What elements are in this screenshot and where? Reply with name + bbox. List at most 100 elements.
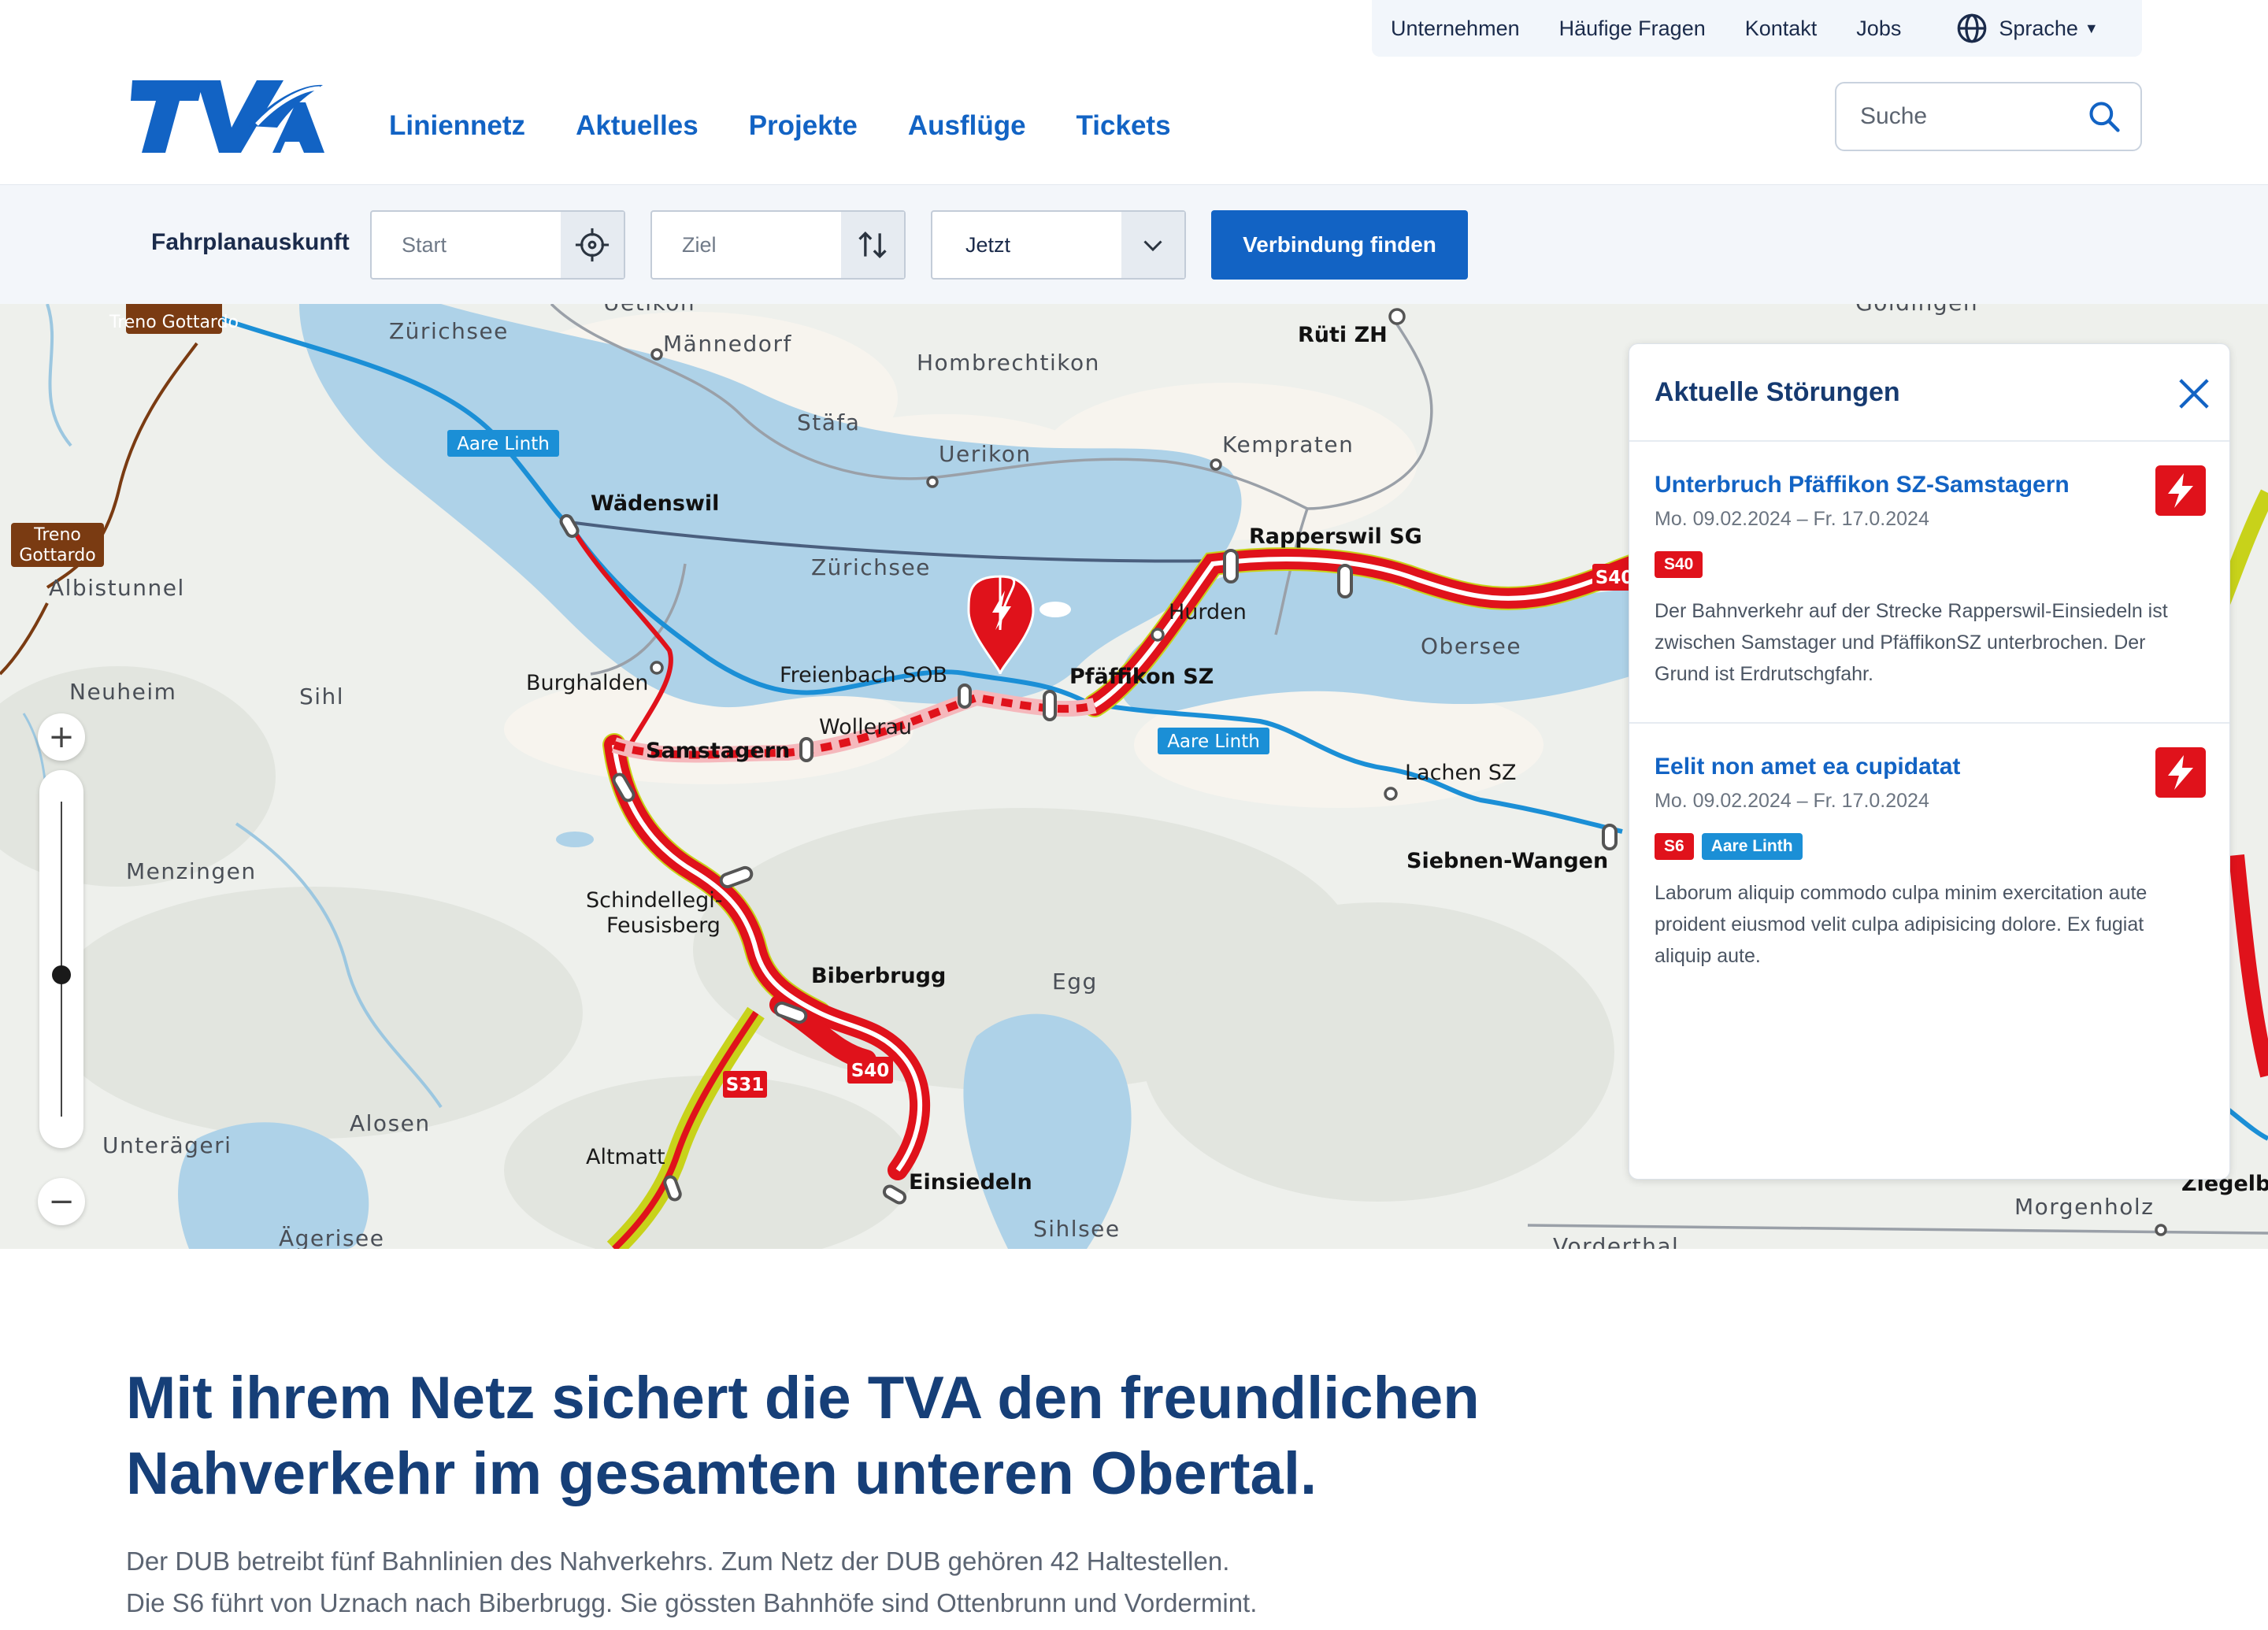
place-stafa: Stäfa bbox=[797, 409, 860, 435]
lead-line-1: Der DUB betreibt fünf Bahnlinien des Nah… bbox=[126, 1547, 1230, 1576]
place-alosen: Alosen bbox=[350, 1110, 431, 1136]
swap-button[interactable] bbox=[841, 212, 904, 278]
disruption-item[interactable]: Unterbruch Pfäffikon SZ-Samstagern Mo. 0… bbox=[1629, 442, 2229, 722]
place-goldingen: Goldingen bbox=[1855, 304, 1978, 316]
place-zurichsee-top: Zürichsee bbox=[389, 318, 509, 344]
line-badge: S40 bbox=[1655, 551, 1703, 578]
station-wollerau: Wollerau bbox=[819, 715, 912, 739]
crosshair-icon bbox=[575, 228, 610, 262]
place-vorderthal: Vorderthal bbox=[1553, 1233, 1679, 1249]
timetable-label: Fahrplanauskunft bbox=[151, 229, 350, 255]
search-box bbox=[1835, 82, 2142, 151]
station-siebnen: Siebnen-Wangen bbox=[1406, 849, 1608, 873]
disruption-item[interactable]: Eelit non amet ea cupidatat Mo. 09.02.20… bbox=[1629, 722, 2229, 1029]
station-feusisberg: Feusisberg bbox=[606, 913, 721, 938]
line-label-aare-linth-1: Aare Linth bbox=[457, 434, 550, 454]
timetable-bar: Fahrplanauskunft Jetzt bbox=[0, 184, 2268, 304]
main-nav: Liniennetz Aktuelles Projekte Ausflüge T… bbox=[389, 110, 1221, 142]
nav-ausfluege[interactable]: Ausflüge bbox=[908, 110, 1026, 142]
util-link-jobs[interactable]: Jobs bbox=[1856, 17, 1901, 41]
zoom-slider-thumb[interactable] bbox=[52, 965, 71, 984]
place-sihl: Sihl bbox=[299, 683, 344, 709]
station-biberbrugg: Biberbrugg bbox=[811, 964, 946, 988]
util-link-faq[interactable]: Häufige Fragen bbox=[1559, 17, 1706, 41]
station-samstagern: Samstagern bbox=[646, 739, 790, 763]
station-lachen: Lachen SZ bbox=[1405, 761, 1517, 785]
network-map[interactable]: Uetikon Zürichsee Männedorf Hombrechtiko… bbox=[0, 304, 2268, 1249]
place-sihlsee: Sihlsee bbox=[1033, 1216, 1121, 1242]
station-ruti: Rüti ZH bbox=[1298, 323, 1388, 347]
place-uetikon: Uetikon bbox=[603, 304, 695, 316]
line-label-aare-linth-2: Aare Linth bbox=[1167, 732, 1260, 752]
caret-down-icon: ▼ bbox=[2084, 20, 2099, 36]
locate-button[interactable] bbox=[561, 212, 624, 278]
util-link-kontakt[interactable]: Kontakt bbox=[1745, 17, 1818, 41]
start-field bbox=[370, 210, 625, 280]
page-lead: Der DUB betreibt fünf Bahnlinien des Nah… bbox=[126, 1540, 1622, 1624]
zoom-slider[interactable] bbox=[39, 770, 83, 1148]
place-hombrechtikon: Hombrechtikon bbox=[917, 350, 1100, 376]
disruptions-title: Aktuelle Störungen bbox=[1655, 376, 1900, 407]
time-select[interactable]: Jetzt bbox=[931, 210, 1186, 280]
disruption-badges: S40 bbox=[1655, 551, 2204, 578]
station-rapperswil: Rapperswil SG bbox=[1249, 524, 1422, 549]
chevron-down-icon bbox=[1143, 240, 1162, 252]
close-icon[interactable] bbox=[2176, 376, 2212, 412]
utility-bar: Unternehmen Häufige Fragen Kontakt Jobs … bbox=[1372, 0, 2142, 57]
station-burghalden: Burghalden bbox=[526, 671, 648, 695]
zoom-in-button[interactable]: + bbox=[38, 713, 85, 761]
place-mannedorf: Männedorf bbox=[663, 331, 792, 357]
zoom-slider-track bbox=[61, 802, 62, 1117]
place-egg: Egg bbox=[1052, 969, 1098, 995]
search-icon[interactable] bbox=[2087, 99, 2122, 134]
station-freienbach: Freienbach SOB bbox=[780, 663, 947, 687]
disruption-title[interactable]: Unterbruch Pfäffikon SZ-Samstagern bbox=[1655, 472, 2204, 498]
time-select-value: Jetzt bbox=[965, 232, 1011, 257]
station-einsiedeln: Einsiedeln bbox=[909, 1170, 1032, 1195]
svg-text:Treno: Treno bbox=[33, 525, 81, 545]
disruption-title[interactable]: Eelit non amet ea cupidatat bbox=[1655, 754, 2204, 780]
place-zurichsee-mid: Zürichsee bbox=[811, 554, 931, 580]
search-input[interactable] bbox=[1860, 103, 2065, 130]
line-label-s40-bottom: S40 bbox=[851, 1061, 890, 1081]
place-menzingen: Menzingen bbox=[126, 858, 257, 884]
time-dropdown-button[interactable] bbox=[1121, 212, 1184, 278]
disruption-text: Laborum aliquip commodo culpa minim exer… bbox=[1655, 882, 2148, 967]
station-schindellegi: Schindellegi- bbox=[586, 888, 722, 913]
place-ageri: Ägerisee bbox=[279, 1225, 385, 1249]
nav-liniennetz[interactable]: Liniennetz bbox=[389, 110, 525, 142]
place-unterageri: Unterägeri bbox=[102, 1132, 232, 1158]
disruptions-panel: Aktuelle Störungen Unterbruch Pfäffikon … bbox=[1629, 343, 2230, 1180]
place-uerikon: Uerikon bbox=[939, 441, 1032, 467]
ziel-field bbox=[650, 210, 906, 280]
language-label: Sprache bbox=[1999, 16, 2078, 40]
line-badge: Aare Linth bbox=[1701, 833, 1803, 860]
line-badge: S6 bbox=[1655, 833, 1694, 860]
line-label-s40-top: S40 bbox=[1595, 568, 1634, 588]
disruption-date: Mo. 09.02.2024 – Fr. 17.0.2024 bbox=[1655, 790, 1929, 812]
util-link-unternehmen[interactable]: Unternehmen bbox=[1391, 17, 1520, 41]
disruption-date: Mo. 09.02.2024 – Fr. 17.0.2024 bbox=[1655, 508, 1929, 530]
ziel-input[interactable] bbox=[652, 232, 833, 257]
svg-text:Gottardo: Gottardo bbox=[19, 546, 95, 565]
station-pfaffikon: Pfäffikon SZ bbox=[1069, 665, 1214, 689]
station-wadenswil: Wädenswil bbox=[591, 491, 719, 516]
tva-logo[interactable] bbox=[131, 79, 324, 154]
page-headline: Mit ihrem Netz sichert die TVA den freun… bbox=[126, 1365, 1480, 1507]
station-hurden: Hurden bbox=[1169, 600, 1247, 624]
place-neuheim: Neuheim bbox=[69, 679, 176, 705]
place-obersee: Obersee bbox=[1421, 633, 1521, 659]
start-input[interactable] bbox=[372, 232, 553, 257]
nav-tickets[interactable]: Tickets bbox=[1077, 110, 1171, 142]
zoom-out-button[interactable]: − bbox=[38, 1178, 85, 1225]
nav-projekte[interactable]: Projekte bbox=[749, 110, 858, 142]
place-morgenholz: Morgenholz bbox=[2014, 1194, 2154, 1220]
gottardo-tag-top: Treno Gottardo bbox=[109, 313, 239, 332]
language-selector[interactable]: Sprache ▼ bbox=[1956, 13, 2099, 44]
lightning-icon bbox=[2155, 747, 2206, 798]
disruption-badges: S6 Aare Linth bbox=[1655, 833, 2204, 860]
disruptions-header: Aktuelle Störungen bbox=[1629, 344, 2229, 442]
find-connection-button[interactable]: Verbindung finden bbox=[1211, 210, 1468, 280]
nav-aktuelles[interactable]: Aktuelles bbox=[576, 110, 699, 142]
station-altmatt: Altmatt bbox=[586, 1145, 665, 1169]
